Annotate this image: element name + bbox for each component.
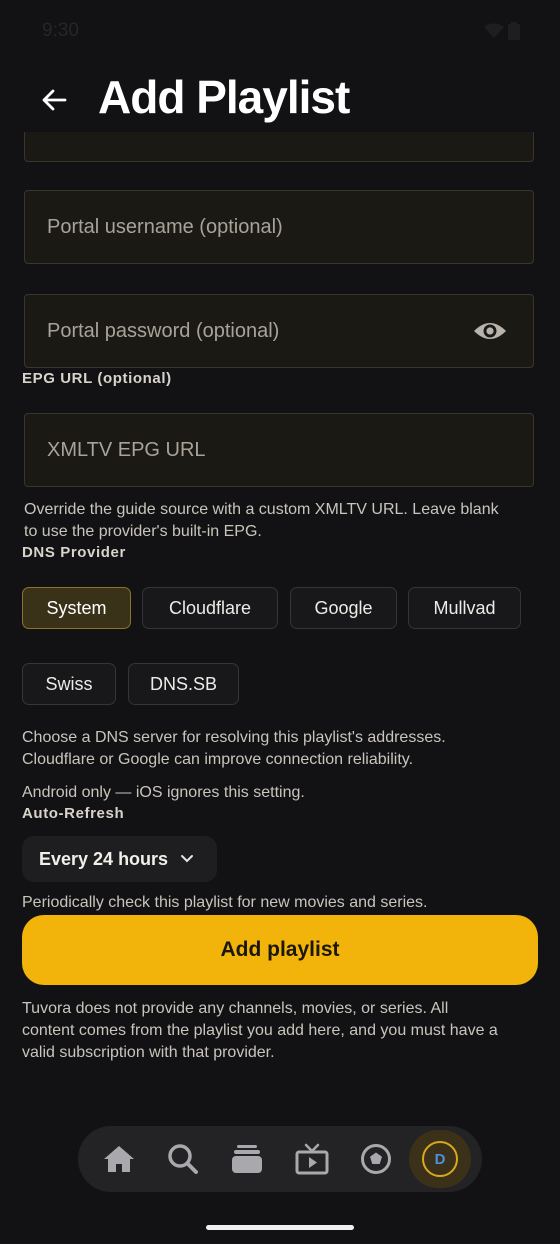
home-icon bbox=[104, 1146, 134, 1172]
search-icon bbox=[168, 1144, 198, 1174]
username-field[interactable] bbox=[24, 190, 534, 264]
arrow-left-icon bbox=[42, 89, 67, 111]
back-button[interactable] bbox=[34, 80, 74, 120]
profile-avatar[interactable]: D bbox=[422, 1141, 458, 1177]
dns-chip-dnssb[interactable]: DNS.SB bbox=[128, 663, 239, 705]
discover-icon bbox=[361, 1144, 391, 1174]
username-input[interactable] bbox=[25, 191, 533, 263]
nav-discover[interactable] bbox=[354, 1137, 398, 1181]
epg-field[interactable] bbox=[24, 413, 534, 487]
dns-chip-mullvad[interactable]: Mullvad bbox=[408, 587, 521, 629]
dns-note: Android only — iOS ignores this setting. bbox=[22, 784, 305, 801]
refresh-value: Every 24 hours bbox=[39, 848, 169, 869]
nav-library[interactable] bbox=[225, 1137, 269, 1181]
wifi-icon bbox=[484, 23, 504, 38]
dns-label: DNS Provider bbox=[22, 544, 126, 561]
portal-url-field[interactable] bbox=[24, 132, 534, 162]
nav-search[interactable] bbox=[161, 1137, 205, 1181]
dns-chip-google[interactable]: Google bbox=[290, 587, 397, 629]
refresh-help: Periodically check this playlist for new… bbox=[22, 894, 428, 911]
nav-home[interactable] bbox=[97, 1137, 141, 1181]
chevron-down-icon bbox=[181, 855, 194, 863]
status-icons bbox=[484, 22, 520, 40]
password-field[interactable] bbox=[24, 294, 534, 368]
disclaimer: Tuvora does not provide any channels, mo… bbox=[22, 1000, 498, 1061]
epg-help: Override the guide source with a custom … bbox=[24, 501, 499, 540]
epg-label: EPG URL (optional) bbox=[22, 370, 172, 387]
nav-live-tv[interactable] bbox=[290, 1137, 334, 1181]
library-icon bbox=[232, 1145, 262, 1173]
dns-chip-cloudflare[interactable]: Cloudflare bbox=[142, 587, 278, 629]
add-playlist-button[interactable]: Add playlist bbox=[22, 915, 538, 985]
page-title: Add Playlist bbox=[98, 71, 350, 123]
eye-icon[interactable] bbox=[473, 317, 507, 345]
refresh-label: Auto-Refresh bbox=[22, 805, 125, 822]
battery-icon bbox=[508, 22, 520, 40]
dns-chip-system[interactable]: System bbox=[22, 587, 131, 629]
refresh-dropdown[interactable]: Every 24 hours bbox=[22, 836, 217, 882]
dns-help: Choose a DNS server for resolving this p… bbox=[22, 729, 446, 768]
tv-icon bbox=[295, 1143, 329, 1175]
password-input[interactable] bbox=[25, 295, 533, 367]
dns-chip-swiss[interactable]: Swiss bbox=[22, 663, 116, 705]
home-indicator bbox=[206, 1225, 354, 1230]
bottom-nav: D bbox=[78, 1126, 482, 1192]
epg-input[interactable] bbox=[25, 414, 533, 486]
status-time: 9:30 bbox=[42, 20, 79, 41]
